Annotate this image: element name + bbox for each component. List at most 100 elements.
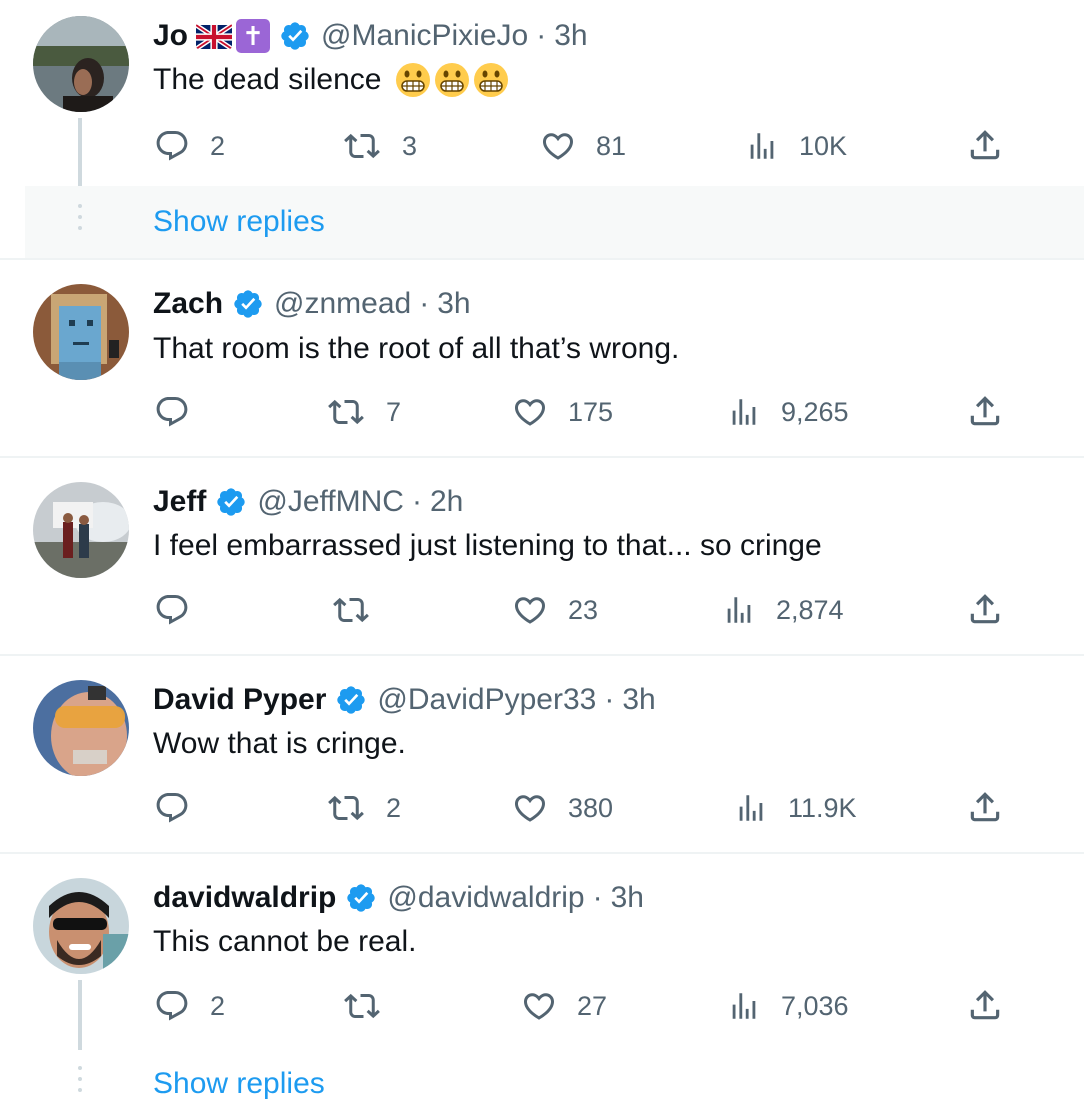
share-icon [966,126,1004,164]
retweet-button[interactable]: 2 [326,790,401,826]
tweet[interactable]: Jeff @JeffMNC · 2h I feel embarrassed ju… [0,458,1084,654]
views-count: 11.9K [788,792,857,823]
views-icon [734,790,768,826]
timestamp[interactable]: 3h [437,286,470,322]
timestamp[interactable]: 3h [611,880,644,916]
handle[interactable]: @davidwaldrip [387,880,584,916]
show-replies-link[interactable]: Show replies [153,205,325,239]
like-icon [521,988,557,1024]
display-name[interactable]: Zach [153,286,223,322]
display-name[interactable]: Jeff [153,484,206,520]
display-name[interactable]: David Pyper [153,682,326,718]
tweet-text: I feel embarrassed just listening to tha… [153,529,822,562]
separator: · [592,881,603,914]
avatar[interactable] [33,680,129,776]
retweet-icon [342,128,382,164]
like-count: 175 [568,396,614,427]
timestamp[interactable]: 3h [622,682,655,718]
tweet-header: David Pyper @DavidPyper33 · 3h [153,682,656,718]
reply-button[interactable] [154,790,210,826]
latin-cross-emoji: ✝ [236,19,271,53]
views-icon [727,988,761,1024]
retweet-icon [326,394,366,430]
share-button[interactable] [966,126,1004,164]
display-name[interactable]: Jo [153,18,188,54]
retweet-button[interactable]: 7 [326,394,401,430]
reply-button[interactable] [154,394,210,430]
views-count: 9,265 [781,396,849,427]
reply-button[interactable]: 2 [154,988,225,1024]
retweet-button[interactable]: 3 [342,128,417,164]
views-button[interactable]: 7,036 [727,988,849,1024]
tweet[interactable]: davidwaldrip @davidwaldrip · 3h This can… [0,854,1084,1104]
grimacing-face-emoji [473,63,508,97]
reply-count: 2 [210,130,226,161]
display-name[interactable]: davidwaldrip [153,880,336,916]
tweet-header: Zach @znmead · 3h [153,286,471,322]
retweet-button[interactable] [342,988,402,1024]
share-button[interactable] [966,392,1004,430]
handle[interactable]: @znmead [274,286,411,322]
timestamp[interactable]: 3h [554,18,587,54]
reply-button[interactable] [154,592,210,628]
uk-flag-emoji [196,23,233,49]
like-icon [512,394,548,430]
views-count: 7,036 [781,990,849,1021]
avatar[interactable] [33,284,129,380]
views-icon [722,592,756,628]
verified-badge-icon [335,684,367,716]
reply-button[interactable]: 2 [154,128,225,164]
like-count: 81 [596,130,627,161]
thread-dots [78,1066,82,1099]
tweet-text: Wow that is cringe. [153,727,406,760]
retweet-icon [342,988,382,1024]
retweet-icon [331,592,371,628]
avatar[interactable] [33,878,129,974]
retweet-button[interactable] [331,592,391,628]
retweet-icon [326,790,366,826]
share-button[interactable] [966,788,1004,826]
tweet-text: That room is the root of all that’s wron… [153,332,680,365]
share-button[interactable] [966,986,1004,1024]
tweet[interactable]: David Pyper @DavidPyper33 · 3h Wow that … [0,656,1084,852]
separator: · [419,287,430,320]
views-button[interactable]: 2,874 [722,592,844,628]
tweet-text: The dead silence [153,62,509,98]
tweet-text-content: The dead silence [153,63,382,96]
separator: · [411,485,422,518]
share-icon [966,788,1004,826]
grimacing-face-emoji [434,63,469,97]
views-button[interactable]: 9,265 [727,394,849,430]
tweet-text: This cannot be real. [153,925,417,958]
tweet[interactable]: Jo ✝ @ManicPixieJo · 3h The dead silence… [0,0,1084,258]
like-count: 380 [568,792,614,823]
views-button[interactable]: 11.9K [734,790,857,826]
timestamp[interactable]: 2h [430,484,463,520]
like-button[interactable]: 23 [512,592,598,628]
show-replies-link[interactable]: Show replies [153,1067,325,1101]
like-icon [512,592,548,628]
views-count: 2,874 [776,594,844,625]
share-icon [966,392,1004,430]
views-button[interactable]: 10K [745,128,847,164]
handle[interactable]: @ManicPixieJo [321,18,528,54]
share-button[interactable] [966,590,1004,628]
separator: · [604,683,615,716]
separator: · [536,19,547,52]
like-button[interactable]: 27 [521,988,607,1024]
reply-icon [154,592,190,628]
verified-badge-icon [279,20,311,52]
reply-icon [154,394,190,430]
like-count: 23 [568,594,599,625]
avatar[interactable] [33,16,129,112]
reply-count: 2 [210,990,226,1021]
retweet-count: 2 [386,792,402,823]
like-button[interactable]: 175 [512,394,613,430]
tweet[interactable]: Zach @znmead · 3h That room is the root … [0,260,1084,456]
avatar[interactable] [33,482,129,578]
handle[interactable]: @JeffMNC [257,484,404,520]
handle[interactable]: @DavidPyper33 [377,682,596,718]
like-button[interactable]: 81 [540,128,626,164]
like-button[interactable]: 380 [512,790,613,826]
tweet-header: davidwaldrip @davidwaldrip · 3h [153,880,644,916]
